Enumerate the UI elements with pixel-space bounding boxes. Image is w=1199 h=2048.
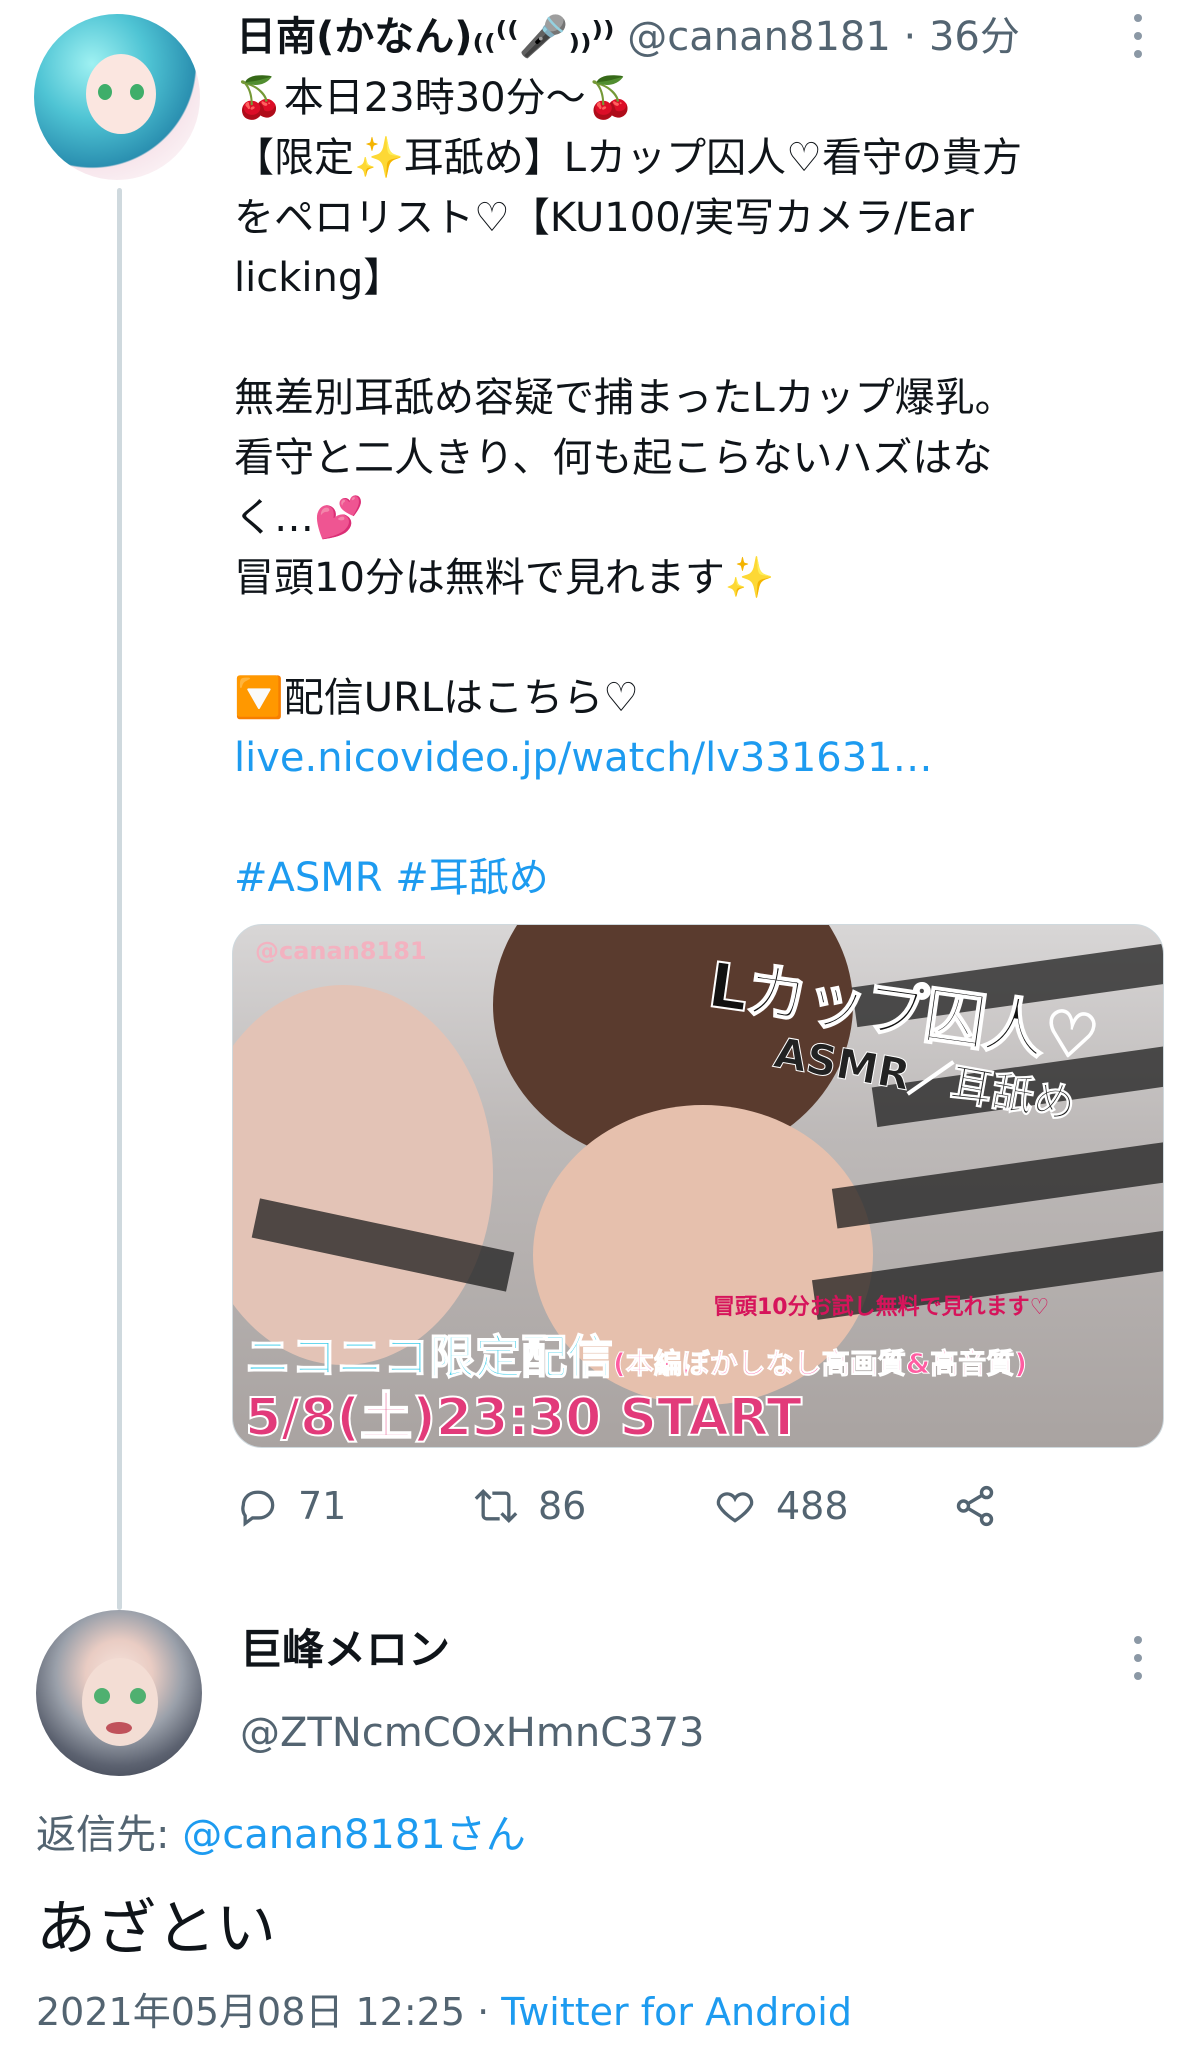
hashtags[interactable]: #ASMR #耳舐め	[234, 848, 1134, 908]
text-line: 🔽配信URLはこちら♡	[234, 675, 640, 721]
retweet-count: 86	[538, 1484, 587, 1528]
image-watermark: @canan8181	[255, 937, 427, 965]
separator-dot: ·	[477, 1990, 490, 2034]
handle[interactable]: @ZTNcmCOxHmnC373	[240, 1706, 704, 1760]
handle[interactable]: @canan8181	[627, 14, 891, 60]
text-line	[234, 788, 1134, 848]
reply-to-line: 返信先: @canan8181さん	[36, 1808, 526, 1862]
reply-count: 71	[298, 1484, 347, 1528]
more-icon[interactable]	[1132, 14, 1144, 58]
image-region	[233, 985, 493, 1365]
text-line: 【限定✨耳舐め】Lカップ囚人♡看守の貴方	[234, 135, 1022, 181]
display-name[interactable]: 日南(かなん)₍₍⁽⁽🎤₎₎⁾⁾	[236, 14, 615, 60]
text-line: をペロリスト♡【KU100/実写カメラ/Ear	[234, 195, 974, 241]
tweet-text: 🍒本日23時30分〜🍒 【限定✨耳舐め】Lカップ囚人♡看守の貴方 をペロリスト♡…	[234, 68, 1134, 908]
timestamp[interactable]: 36分	[929, 14, 1020, 60]
more-icon[interactable]	[1132, 1636, 1144, 1680]
tweet-date[interactable]: 2021年05月08日 12:25	[36, 1990, 465, 2034]
tweet-header: 日南(かなん)₍₍⁽⁽🎤₎₎⁾⁾ @canan8181 · 36分	[236, 10, 1020, 64]
client-link[interactable]: Twitter for Android	[501, 1990, 852, 2034]
avatar-kyohomelon[interactable]	[36, 1610, 202, 1776]
thread-connector	[117, 188, 122, 1610]
tweet-meta: 2021年05月08日 12:25 · Twitter for Android	[36, 1986, 852, 2038]
reply-icon	[241, 1490, 275, 1527]
text-line	[234, 308, 1134, 368]
avatar-canan[interactable]	[34, 14, 200, 180]
retweet-icon	[474, 1488, 518, 1524]
tweet-media-image[interactable]: @canan8181 Lカップ囚人♡ ASMR／耳舐め 冒頭10分お試し無料で見…	[232, 924, 1164, 1448]
image-note: 冒頭10分お試し無料で見れます♡	[713, 1295, 1050, 1320]
text-line: licking】	[234, 255, 404, 301]
image-region	[831, 1141, 1163, 1229]
stream-link[interactable]: live.nicovideo.jp/watch/lv331631…	[234, 728, 1134, 788]
reply-text: あざとい	[36, 1894, 276, 1964]
display-name[interactable]: 巨峰メロン	[240, 1622, 450, 1678]
text-line: 無差別耳舐め容疑で捕まったLカップ爆乳。	[234, 375, 1015, 421]
tweet-actions: 71 86 488	[236, 1476, 1056, 1536]
reply-to-user[interactable]: @canan8181さん	[182, 1812, 526, 1858]
text-line: く…💕	[234, 495, 364, 541]
text-line	[234, 608, 1134, 668]
like-icon	[716, 1492, 754, 1523]
image-date: 5/8(土)23:30 START	[244, 1387, 803, 1448]
text-line: 🍒本日23時30分〜🍒	[234, 75, 636, 121]
separator-dot: ·	[903, 14, 917, 60]
text-line: 看守と二人きり、何も起こらないハズはな	[234, 435, 993, 481]
like-count: 488	[776, 1484, 849, 1528]
like-button[interactable]: 488	[712, 1476, 849, 1536]
share-button[interactable]	[952, 1476, 998, 1536]
retweet-button[interactable]: 86	[472, 1476, 586, 1536]
reply-button[interactable]: 71	[236, 1476, 346, 1536]
text-line: 冒頭10分は無料で見れます✨	[234, 555, 775, 601]
share-icon	[956, 1485, 994, 1527]
reply-to-label: 返信先:	[36, 1812, 170, 1858]
